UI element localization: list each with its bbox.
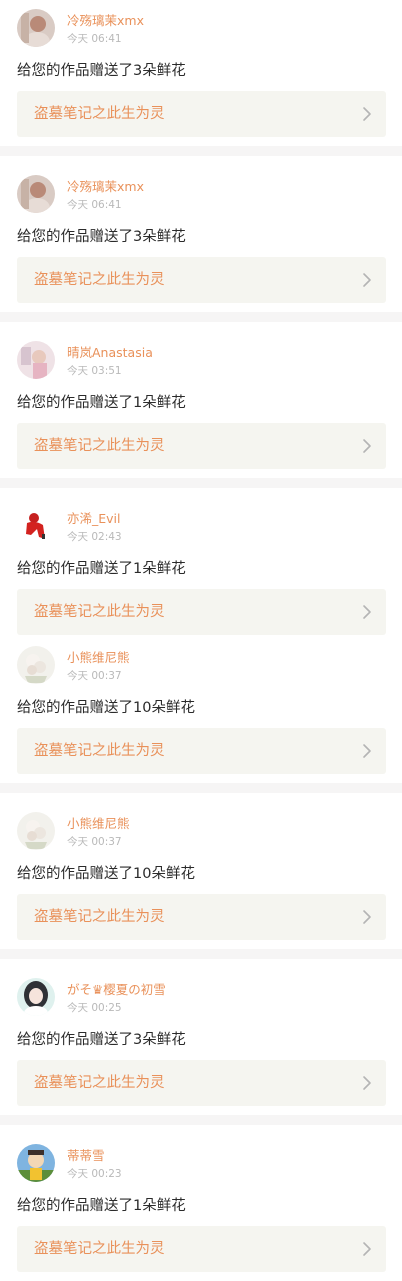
card-separator	[0, 949, 402, 959]
notification-card: 小熊维尼熊今天 00:37 给您的作品赠送了10朵鲜花盗墓笔记之此生为灵	[0, 637, 402, 783]
user-avatar[interactable]	[17, 341, 55, 379]
timestamp: 今天 00:37	[67, 836, 122, 848]
avatar-red-figure-icon	[17, 507, 55, 545]
work-title: 盗墓笔记之此生为灵	[34, 106, 165, 122]
chevron-right-icon	[362, 909, 372, 925]
work-title: 盗墓笔记之此生为灵	[34, 909, 165, 925]
user-avatar[interactable]	[17, 978, 55, 1016]
notification-card: がそ♛樱夏の初雪今天 00:25 给您的作品赠送了3朵鲜花 盗墓笔记之此生为灵	[0, 969, 402, 1115]
chevron-right-icon	[362, 1241, 372, 1257]
chevron-right-icon	[362, 604, 372, 620]
card-separator	[0, 1115, 402, 1125]
timestamp: 今天 06:41	[67, 199, 122, 211]
user-avatar[interactable]	[17, 507, 55, 545]
avatar-flower-icon	[17, 646, 55, 684]
user-name[interactable]: 小熊维尼熊	[67, 816, 130, 832]
card-separator	[0, 478, 402, 488]
timestamp: 今天 03:51	[67, 365, 122, 377]
work-title: 盗墓笔记之此生为灵	[34, 743, 165, 759]
work-title: 盗墓笔记之此生为灵	[34, 1075, 165, 1091]
user-avatar[interactable]	[17, 1144, 55, 1182]
gift-message: 给您的作品赠送了10朵鲜花	[17, 700, 195, 716]
user-name[interactable]: 亦浠_Evil	[67, 511, 121, 527]
avatar-girl-beige-icon	[17, 9, 55, 47]
chevron-right-icon	[362, 438, 372, 454]
timestamp: 今天 06:41	[67, 33, 122, 45]
work-link[interactable]: 盗墓笔记之此生为灵	[17, 91, 386, 137]
avatar-cartoon-icon	[17, 1144, 55, 1182]
avatar-girl-pink-icon	[17, 341, 55, 379]
notification-card: 亦浠_Evil 今天 02:43 给您的作品赠送了1朵鲜花 盗墓笔记之此生为灵	[0, 498, 402, 644]
user-name[interactable]: 小熊维尼熊	[67, 650, 130, 666]
timestamp: 今天 02:43	[67, 531, 122, 543]
gift-message: 给您的作品赠送了3朵鲜花	[17, 63, 186, 79]
user-avatar[interactable]	[17, 175, 55, 213]
user-name[interactable]: 冷殇璃茉xmx	[67, 13, 144, 29]
user-avatar[interactable]	[17, 9, 55, 47]
avatar-flower-icon	[17, 812, 55, 850]
card-separator	[0, 312, 402, 322]
user-name[interactable]: がそ♛樱夏の初雪	[67, 982, 166, 998]
gift-message: 给您的作品赠送了1朵鲜花	[17, 561, 186, 577]
user-avatar[interactable]	[17, 812, 55, 850]
work-link[interactable]: 盗墓笔记之此生为灵	[17, 257, 386, 303]
work-title: 盗墓笔记之此生为灵	[34, 604, 165, 620]
notification-feed: 冷殇璃茉xmx 今天 06:41 给您的作品赠送了3朵鲜花 盗墓笔记之此生为灵 冷殇璃茉…	[0, 0, 402, 1281]
notification-card: 冷殇璃茉xmx 今天 06:41 给您的作品赠送了3朵鲜花 盗墓笔记之此生为灵	[0, 0, 402, 146]
card-separator	[0, 783, 402, 793]
timestamp: 今天 00:23	[67, 1168, 122, 1180]
user-name[interactable]: 冷殇璃茉xmx	[67, 179, 144, 195]
work-link[interactable]: 盗墓笔记之此生为灵	[17, 728, 386, 774]
chevron-right-icon	[362, 272, 372, 288]
work-link[interactable]: 盗墓笔记之此生为灵	[17, 1060, 386, 1106]
gift-message: 给您的作品赠送了3朵鲜花	[17, 229, 186, 245]
user-avatar[interactable]	[17, 646, 55, 684]
work-title: 盗墓笔记之此生为灵	[34, 1241, 165, 1257]
gift-message: 给您的作品赠送了1朵鲜花	[17, 395, 186, 411]
notification-card: 晴岚Anastasia 今天 03:51 给您的作品赠送了1朵鲜花 盗墓笔记之此生为灵	[0, 332, 402, 478]
work-title: 盗墓笔记之此生为灵	[34, 272, 165, 288]
gift-message: 给您的作品赠送了3朵鲜花	[17, 1032, 186, 1048]
card-separator	[0, 146, 402, 156]
avatar-anime-girl-icon	[17, 978, 55, 1016]
timestamp: 今天 00:37	[67, 670, 122, 682]
work-link[interactable]: 盗墓笔记之此生为灵	[17, 894, 386, 940]
notification-card: 蒂蒂雪今天 00:23 给您的作品赠送了1朵鲜花 盗墓笔记之此生为灵	[0, 1135, 402, 1281]
chevron-right-icon	[362, 106, 372, 122]
gift-message: 给您的作品赠送了1朵鲜花	[17, 1198, 186, 1214]
gift-message: 给您的作品赠送了10朵鲜花	[17, 866, 195, 882]
notification-card: 小熊维尼熊今天 00:37 给您的作品赠送了10朵鲜花盗墓笔记之此生为灵	[0, 803, 402, 949]
work-link[interactable]: 盗墓笔记之此生为灵	[17, 423, 386, 469]
timestamp: 今天 00:25	[67, 1002, 122, 1014]
work-link[interactable]: 盗墓笔记之此生为灵	[17, 589, 386, 635]
work-link[interactable]: 盗墓笔记之此生为灵	[17, 1226, 386, 1272]
work-title: 盗墓笔记之此生为灵	[34, 438, 165, 454]
avatar-girl-beige-icon	[17, 175, 55, 213]
notification-card: 冷殇璃茉xmx 今天 06:41 给您的作品赠送了3朵鲜花 盗墓笔记之此生为灵	[0, 166, 402, 312]
user-name[interactable]: 蒂蒂雪	[67, 1148, 105, 1164]
chevron-right-icon	[362, 743, 372, 759]
user-name[interactable]: 晴岚Anastasia	[67, 345, 153, 361]
chevron-right-icon	[362, 1075, 372, 1091]
